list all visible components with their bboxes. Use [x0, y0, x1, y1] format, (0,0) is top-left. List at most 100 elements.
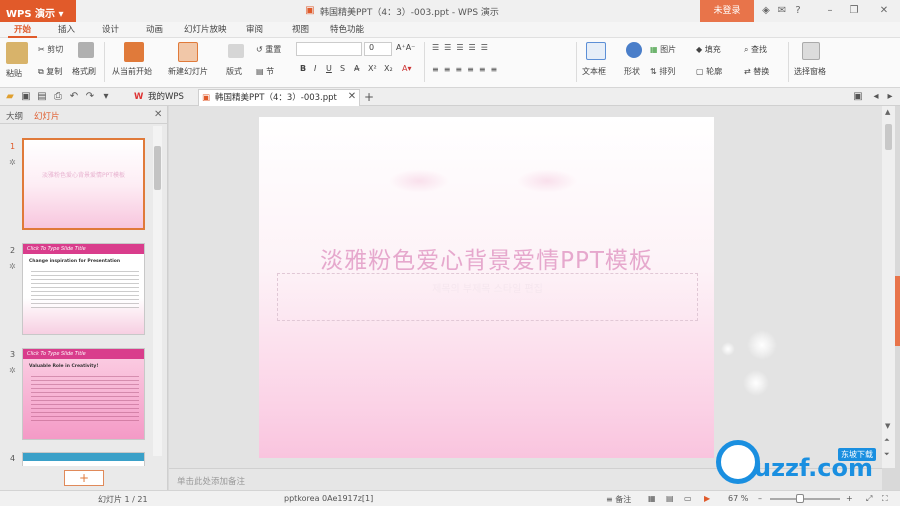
new-slide-label[interactable]: 新建幻灯片 [168, 66, 208, 77]
bold-button[interactable]: B [300, 64, 306, 73]
paste-icon[interactable] [6, 42, 28, 64]
open-icon[interactable]: ▰ [4, 91, 16, 103]
tab-my-wps[interactable]: W 我的WPS [134, 88, 184, 106]
tab-review[interactable]: 审阅 [240, 22, 269, 38]
select-pane-label[interactable]: 选择窗格 [794, 66, 826, 77]
tab-design[interactable]: 设计 [96, 22, 125, 38]
select-pane-icon[interactable] [802, 42, 820, 60]
close-icon[interactable]: ✕ [878, 5, 890, 17]
scrollbar-thumb[interactable] [885, 124, 892, 150]
tab-view[interactable]: 视图 [286, 22, 315, 38]
new-slide-icon[interactable] [178, 42, 198, 62]
prev-tab-icon[interactable]: ◂ [870, 91, 882, 103]
login-button[interactable]: 未登录 [700, 0, 754, 22]
skin-icon[interactable]: ◈ [760, 5, 772, 17]
slide-1[interactable]: 淡雅粉色爱心背景爱情PPT模板 제목의 부제목 스타일 편집 [259, 117, 714, 458]
tab-home[interactable]: 开始 [8, 22, 38, 38]
zoom-slider-handle[interactable] [796, 494, 804, 503]
fullscreen-icon[interactable]: ⛶ [882, 494, 888, 504]
maximize-icon[interactable]: ❐ [848, 5, 860, 17]
slide-title[interactable]: 淡雅粉色爱心背景爱情PPT模板 [259, 241, 714, 275]
print-preview-icon[interactable]: ▤ [36, 91, 48, 103]
scroll-down-icon[interactable]: ▼ [885, 422, 890, 430]
save-icon[interactable]: ▣ [20, 91, 32, 103]
slideshow-icon[interactable]: ▶ [704, 494, 710, 503]
tab-outline[interactable]: 大纲 [6, 110, 23, 122]
slide-subtitle[interactable]: 제목의 부제목 스타일 편집 [277, 273, 698, 321]
slide-thumbnail-3[interactable]: Click To Type Slide Title Valuable Role … [22, 348, 145, 440]
redo-icon[interactable]: ↷ [84, 91, 96, 103]
outline-button[interactable]: ▢ 轮廓 [696, 66, 722, 77]
tab-insert[interactable]: 插入 [52, 22, 81, 38]
layout-label[interactable]: 版式 [226, 66, 242, 77]
align-buttons[interactable]: ≡≡≡≡≡≡ [432, 65, 502, 74]
shape-label[interactable]: 形状 [624, 66, 640, 77]
reading-view-icon[interactable]: ▭ [684, 494, 692, 503]
reset-button[interactable]: ↺ 重置 [256, 44, 281, 55]
textbox-icon[interactable] [586, 42, 606, 60]
slides-scrollbar[interactable] [153, 126, 162, 456]
minimize-icon[interactable]: – [824, 5, 836, 17]
format-painter-icon[interactable] [78, 42, 94, 58]
find-button[interactable]: ⌕ 查找 [744, 44, 767, 55]
cut-button[interactable]: ✂ 剪切 [38, 44, 63, 55]
fill-button[interactable]: ◆ 填充 [696, 44, 721, 55]
scrollbar-thumb[interactable] [154, 146, 161, 190]
slide-thumbnail-4[interactable] [22, 452, 145, 466]
format-painter-label[interactable]: 格式刷 [72, 66, 96, 77]
feedback-icon[interactable]: ✉ [776, 5, 788, 17]
underline-button[interactable]: U [326, 64, 332, 73]
copy-button[interactable]: ⧉ 复制 [38, 66, 62, 77]
textbox-label[interactable]: 文本框 [582, 66, 606, 77]
wps-logo-menu[interactable]: WPS 演示 ▾ [0, 0, 76, 22]
replace-button[interactable]: ⇄ 替换 [744, 66, 769, 77]
close-tab-icon[interactable]: ✕ [346, 91, 358, 103]
subscript-button[interactable]: X₂ [384, 64, 393, 73]
scroll-up-icon[interactable]: ▲ [885, 108, 890, 116]
undo-icon[interactable]: ↶ [68, 91, 80, 103]
zoom-level[interactable]: 67 % [728, 494, 748, 503]
next-tab-icon[interactable]: ▸ [884, 91, 896, 103]
play-from-current-icon[interactable] [124, 42, 144, 62]
section-button[interactable]: ▤ 节 [256, 66, 274, 77]
font-color-button[interactable]: A▾ [402, 64, 412, 73]
notes-toggle[interactable]: ≡ 备注 [606, 494, 631, 505]
normal-view-icon[interactable]: ▦ [648, 494, 656, 503]
tab-slideshow[interactable]: 幻灯片放映 [178, 22, 233, 38]
prev-slide-icon[interactable]: ⏶ [884, 436, 890, 445]
grow-font-icon[interactable]: A⁺A⁻ [396, 43, 415, 52]
zoom-in-icon[interactable]: + [846, 494, 853, 503]
canvas-scrollbar[interactable]: ▲ ▼ ⏶ ⏷ [882, 106, 895, 468]
picture-button[interactable]: ▦ 图片 [650, 44, 676, 55]
next-slide-icon[interactable]: ⏷ [884, 450, 890, 459]
print-icon[interactable]: ⎙ [52, 91, 64, 103]
tab-list-icon[interactable]: ▣ [852, 91, 864, 103]
fit-window-icon[interactable]: ⤢ [866, 494, 872, 504]
superscript-button[interactable]: X² [368, 64, 377, 73]
italic-button[interactable]: I [314, 64, 316, 73]
tab-document[interactable]: ▣ 韩国精美PPT（4：3）-003.ppt [198, 89, 360, 106]
slide-thumbnail-2[interactable]: Click To Type Slide Title Change inspira… [22, 243, 145, 335]
tab-special[interactable]: 特色功能 [324, 22, 370, 38]
slide-thumbnail-1[interactable]: 淡雅粉色爱心背景爱情PPT模板 [22, 138, 145, 230]
shape-icon[interactable] [626, 42, 642, 58]
tab-slides[interactable]: 幻灯片 [34, 110, 60, 122]
strikethrough-button[interactable]: A̶ [354, 64, 359, 73]
paste-label[interactable]: 粘贴 [6, 68, 22, 79]
help-icon[interactable]: ? [792, 5, 804, 17]
close-panel-icon[interactable]: ✕ [154, 109, 162, 120]
customize-icon[interactable]: ▾ [100, 91, 112, 103]
shadow-button[interactable]: S [340, 64, 345, 73]
font-name-input[interactable] [296, 42, 362, 56]
tab-animation[interactable]: 动画 [140, 22, 169, 38]
font-size-input[interactable]: 0 [364, 42, 392, 56]
zoom-slider[interactable] [770, 498, 840, 500]
new-tab-icon[interactable]: + [363, 91, 375, 103]
add-slide-button[interactable]: + [64, 470, 104, 486]
layout-icon[interactable] [228, 44, 244, 58]
list-buttons[interactable]: ☰☰☰☰☰ [432, 43, 493, 52]
zoom-out-icon[interactable]: – [758, 494, 762, 503]
arrange-button[interactable]: ⇅ 排列 [650, 66, 675, 77]
side-panel-toggle[interactable] [895, 276, 900, 346]
sorter-view-icon[interactable]: ▤ [666, 494, 674, 503]
